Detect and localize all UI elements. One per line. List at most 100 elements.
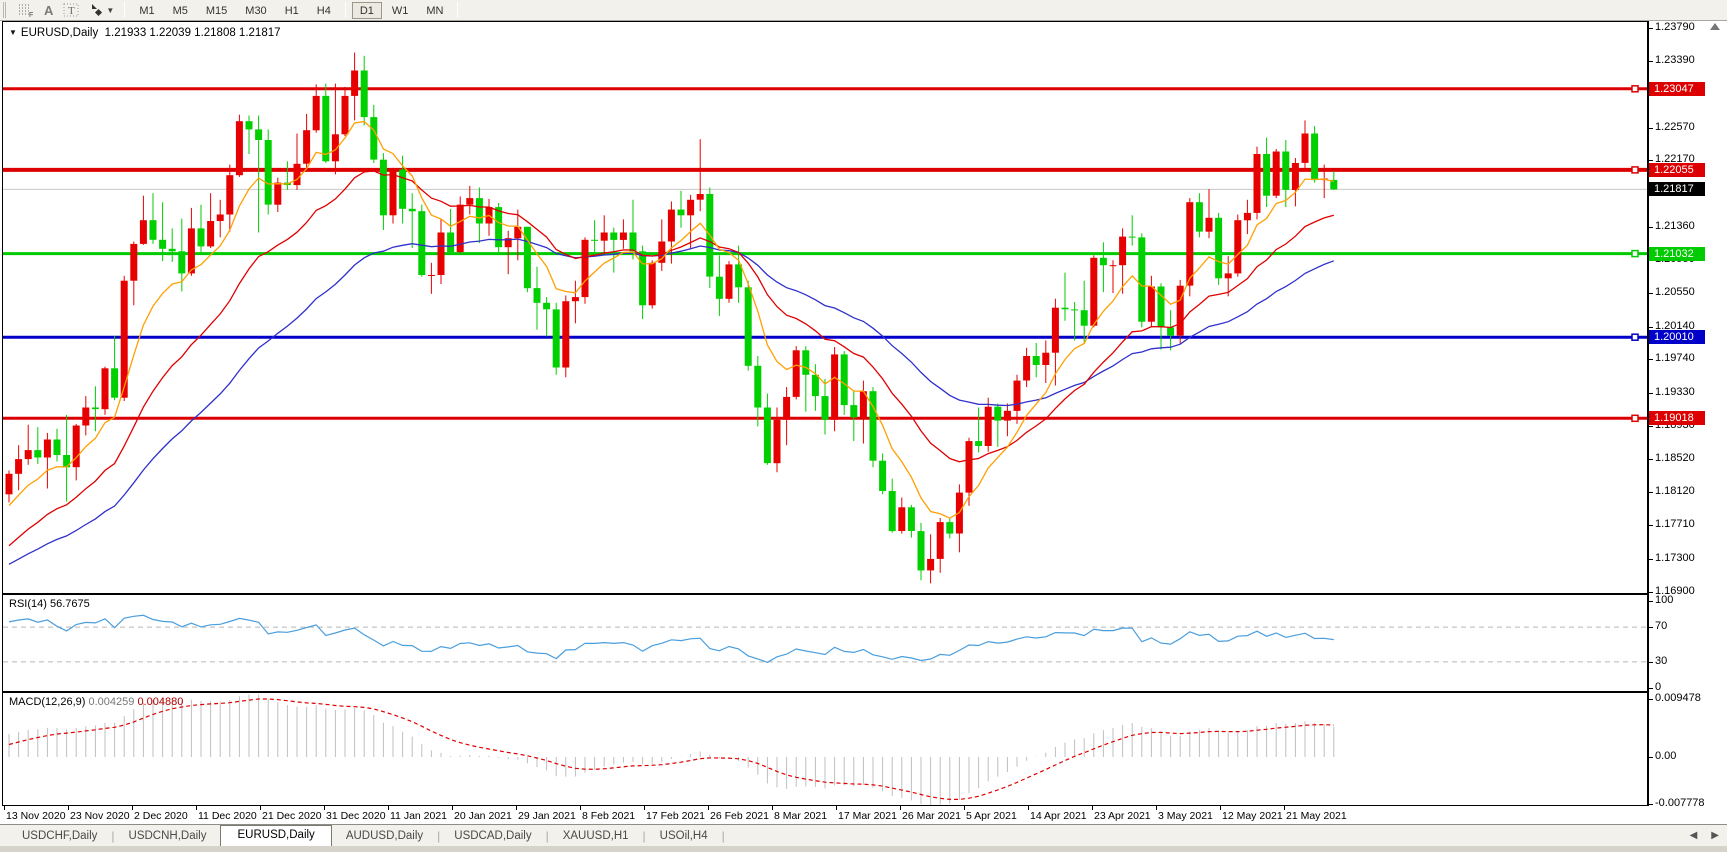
axis-tick [1649,393,1653,394]
macd-tick-label: 0.00 [1655,750,1677,762]
trading-terminal-window: F A T ▼ M1 M5 M15 M30 H1 H4 D1 W1 MN ▼ E… [0,0,1727,852]
date-label: 2 Dec 2020 [134,810,188,822]
tab-usdcad-daily[interactable]: USDCAD,Daily [440,827,545,846]
price-level-badge: 1.20010 [1649,330,1705,344]
timeframe-m1-button[interactable]: M1 [131,2,162,19]
date-tick [68,806,69,810]
timeframe-w1-button[interactable]: W1 [384,2,417,19]
date-tick [516,806,517,810]
timeframe-h4-button[interactable]: H4 [309,2,339,19]
timeframe-m30-button[interactable]: M30 [237,2,274,19]
time-scale-axis[interactable]: 13 Nov 2020 23 Nov 2020 2 Dec 2020 11 Dec 2… [2,806,1648,824]
date-label: 13 Nov 2020 [6,810,66,822]
candlestick-chart[interactable] [3,22,1647,593]
candles-layer [5,52,1338,584]
axis-tick [1649,804,1653,805]
macd-main-value: 0.004259 [88,696,135,708]
date-label: 20 Jan 2021 [454,810,512,822]
tab-eurusd-daily[interactable]: EURUSD,Daily [220,825,332,847]
tab-xauusd-h1[interactable]: XAUUSD,H1 [549,827,643,846]
timeframe-mn-button[interactable]: MN [418,2,451,19]
axis-tick [1649,662,1653,663]
dropdown-caret-icon[interactable]: ▼ [106,6,114,15]
tabs-scroll-right-arrow[interactable]: ▶ [1711,830,1719,841]
price-tick-label: 1.19740 [1655,352,1695,364]
rsi-indicator-panel[interactable]: RSI(14) 56.7675 [2,594,1648,692]
date-label: 31 Dec 2020 [326,810,386,822]
text-tool-icon[interactable]: T [58,1,84,19]
axis-tick [1649,688,1653,689]
price-chart-panel[interactable]: ▼ EURUSD,Daily 1.21933 1.22039 1.21808 1.… [2,21,1648,594]
tabs-scroll-left-arrow[interactable]: ◀ [1690,830,1698,841]
date-label: 17 Mar 2021 [838,810,897,822]
hline-handle [1631,249,1639,258]
date-label: 5 Apr 2021 [966,810,1017,822]
date-label: 21 May 2021 [1286,810,1347,822]
axis-tick [1649,699,1653,700]
price-scale-axis[interactable]: 1.237901.233901.229801.225701.221701.217… [1648,21,1727,809]
date-label: 23 Apr 2021 [1094,810,1151,822]
timeframe-d1-button[interactable]: D1 [351,1,382,19]
axis-tick [1649,559,1653,560]
price-tick-label: 1.18520 [1655,452,1695,464]
tab-usdchf-daily[interactable]: USDCHF,Daily [8,827,111,846]
chart-symbol: EURUSD,Daily [20,27,99,39]
hline-handle [1631,333,1639,341]
arrow-objects-tool-icon[interactable]: ▼ [84,1,119,19]
date-tick [644,806,645,810]
chart-ohlc-values: 1.21933 1.22039 1.21808 1.21817 [104,27,281,39]
text-label-tool-icon[interactable]: A [39,1,58,19]
date-label: 17 Feb 2021 [646,810,705,822]
rsi-label: RSI(14) 56.7675 [9,598,90,610]
chart-shift-marker[interactable] [1710,23,1720,30]
date-tick [580,806,581,810]
tab-usdcnh-daily[interactable]: USDCNH,Daily [115,827,221,846]
toolbar-grip[interactable] [3,2,9,18]
date-tick [196,806,197,810]
date-tick [900,806,901,810]
axis-tick [1649,227,1653,228]
toolbar-separator [457,2,459,18]
price-level-badge: 1.22055 [1649,163,1705,177]
macd-indicator-panel[interactable]: MACD(12,26,9) 0.004259 0.004880 [2,692,1648,806]
price-tick-label: 1.20550 [1655,286,1695,298]
status-strip [0,846,1727,852]
collapse-triangle-icon[interactable]: ▼ [9,28,17,37]
toolbar: F A T ▼ M1 M5 M15 M30 H1 H4 D1 W1 MN [0,0,1727,21]
axis-tick [1649,327,1653,328]
rsi-tick-label: 30 [1655,655,1668,667]
date-label: 29 Jan 2021 [518,810,576,822]
rsi-tick-label: 70 [1655,620,1668,632]
toolbar-separator [344,2,346,18]
date-tick [1156,806,1157,810]
timeframe-h1-button[interactable]: H1 [277,2,307,19]
price-tick-label: 1.23390 [1655,54,1695,66]
date-tick [452,806,453,810]
axis-tick [1649,28,1653,29]
timeframe-m5-button[interactable]: M5 [165,2,196,19]
tab-usoil-h4[interactable]: USOil,H4 [646,827,722,846]
date-tick [1220,806,1221,810]
price-tick-label: 1.17300 [1655,552,1695,564]
date-tick [388,806,389,810]
timeframe-m15-button[interactable]: M15 [198,2,235,19]
date-label: 26 Mar 2021 [902,810,961,822]
rsi-line-chart [3,614,1647,663]
tab-audusd-daily[interactable]: AUDUSD,Daily [332,827,437,846]
date-tick [324,806,325,810]
date-label: 11 Jan 2021 [390,810,448,822]
macd-tick-label: 0.009478 [1655,692,1701,704]
axis-tick [1649,293,1653,294]
price-tick-label: 1.18120 [1655,485,1695,497]
axis-tick [1649,359,1653,360]
price-level-badge: 1.23047 [1649,82,1705,96]
date-label: 12 May 2021 [1222,810,1283,822]
fibonacci-grid-tool-icon[interactable]: F [13,1,39,19]
axis-tick [1649,160,1653,161]
hline-handle [1631,85,1639,93]
axis-tick [1649,128,1653,129]
current-price-badge: 1.21817 [1649,182,1705,196]
moving-average-line [8,120,1334,519]
axis-tick [1649,426,1653,427]
symbol-tab-bar: USDCHF,Daily | USDCNH,Daily EURUSD,Daily … [0,824,1727,847]
